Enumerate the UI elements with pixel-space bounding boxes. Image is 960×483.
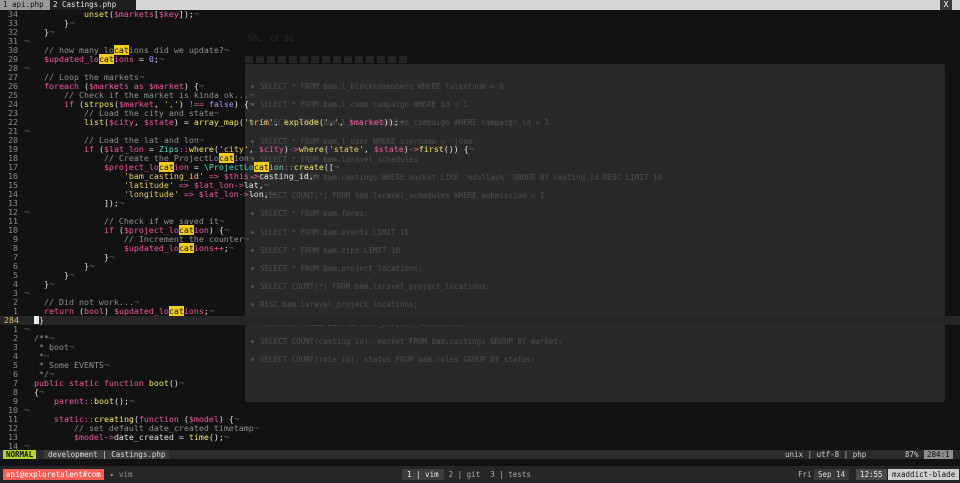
tmux-window-3[interactable]: 3 | tests bbox=[485, 469, 536, 480]
code-line: 6 }¬ bbox=[0, 262, 960, 271]
code-line: 33 }¬ bbox=[0, 19, 960, 28]
tmux-day: Fri bbox=[798, 470, 812, 479]
tmux-window-list: 1 | vim 2 | git 3 | tests bbox=[402, 469, 536, 480]
code-line: 3 * boot¬ bbox=[0, 343, 960, 352]
file-format-info: unix | utf-8 | php bbox=[785, 450, 867, 459]
tab-api-php[interactable]: 1 api.php bbox=[0, 0, 50, 10]
code-line: 284 } bbox=[0, 316, 960, 325]
scroll-percent: 87% bbox=[905, 450, 919, 459]
code-line: 7 public static function boot()¬ bbox=[0, 379, 960, 388]
code-line: 14 'longitude' => $lat_lon->lon,¬ bbox=[0, 190, 960, 199]
mode-indicator: NORMAL bbox=[3, 450, 37, 459]
code-text: public static function boot()¬ bbox=[34, 378, 184, 388]
vim-command-line[interactable] bbox=[0, 459, 960, 466]
tabline-close-button[interactable]: X bbox=[940, 0, 952, 10]
code-line: 7 }¬ bbox=[0, 253, 960, 262]
code-text: ¬ bbox=[24, 441, 29, 451]
branch-file-info: development | Castings.php bbox=[44, 450, 170, 459]
code-line: 34 unset($markets[$key]);¬ bbox=[0, 10, 960, 19]
code-line: 22 list($city, $state) = array_map('trim… bbox=[0, 118, 960, 127]
code-line: 8 $updated_locations++;¬ bbox=[0, 243, 960, 253]
code-line: 32 }¬ bbox=[0, 28, 960, 37]
code-line: 28 ¬ bbox=[0, 64, 960, 73]
tmux-hostname: mxaddict-blade bbox=[888, 469, 960, 480]
code-line: 29 $updated_locations = 0;¬ bbox=[0, 54, 960, 64]
code-line: 14 ¬ bbox=[0, 441, 960, 451]
tmux-time: 12:55 bbox=[856, 469, 887, 480]
code-line: 4 *¬ bbox=[0, 352, 960, 361]
tmux-window-2[interactable]: 2 | git bbox=[444, 469, 486, 480]
vim-statusline: NORMAL development | Castings.php unix |… bbox=[0, 450, 960, 459]
code-line: 5 * Some EVENTS¬ bbox=[0, 361, 960, 370]
code-text: $updated_locations = 0;¬ bbox=[43, 54, 164, 64]
cursor-position: 284:1 bbox=[924, 450, 953, 459]
tmux-window-1[interactable]: 1 | vim bbox=[402, 469, 444, 480]
editor-pane[interactable]: SQL CF SG SELECT * FROM bam.l_blockedmem… bbox=[0, 10, 960, 450]
code-line: 1 return (bool) $updated_locations;¬ bbox=[0, 306, 960, 316]
code-line: 9 parent::boot();¬ bbox=[0, 397, 960, 406]
code-text: list($city, $state) = array_map('trim', … bbox=[83, 117, 404, 127]
code-text: parent::boot();¬ bbox=[53, 396, 134, 406]
code-text: $model->date_created = time();¬ bbox=[73, 432, 229, 442]
code-text: ]);¬ bbox=[103, 198, 124, 208]
tmux-date: Sep 14 bbox=[814, 469, 850, 480]
code-line: 13 ]);¬ bbox=[0, 199, 960, 208]
code-line: 13 $model->date_created = time();¬ bbox=[0, 433, 960, 442]
code-line: 2 /**¬ bbox=[0, 334, 960, 343]
tab-castings-php[interactable]: 2 Castings.php bbox=[50, 0, 136, 10]
code-line: 4 }¬ bbox=[0, 280, 960, 289]
line-number: 14 bbox=[8, 441, 18, 451]
code-line: 3 ¬ bbox=[0, 289, 960, 298]
vim-tabline: 1 api.php 2 Castings.php X bbox=[0, 0, 960, 10]
tmux-current-window-label: vim bbox=[119, 470, 133, 479]
tmux-current-window-name: ▸ vim bbox=[110, 470, 133, 479]
tmux-session: api@exploretalent#com bbox=[3, 469, 104, 480]
code-line: 8 {¬ bbox=[0, 388, 960, 397]
code-line: 1 ¬ bbox=[0, 325, 960, 334]
tmux-statusbar: api@exploretalent#com ▸ vim 1 | vim 2 | g… bbox=[0, 466, 960, 483]
code-line: 5 }¬ bbox=[0, 271, 960, 280]
code-text: return (bool) $updated_locations;¬ bbox=[43, 306, 214, 316]
